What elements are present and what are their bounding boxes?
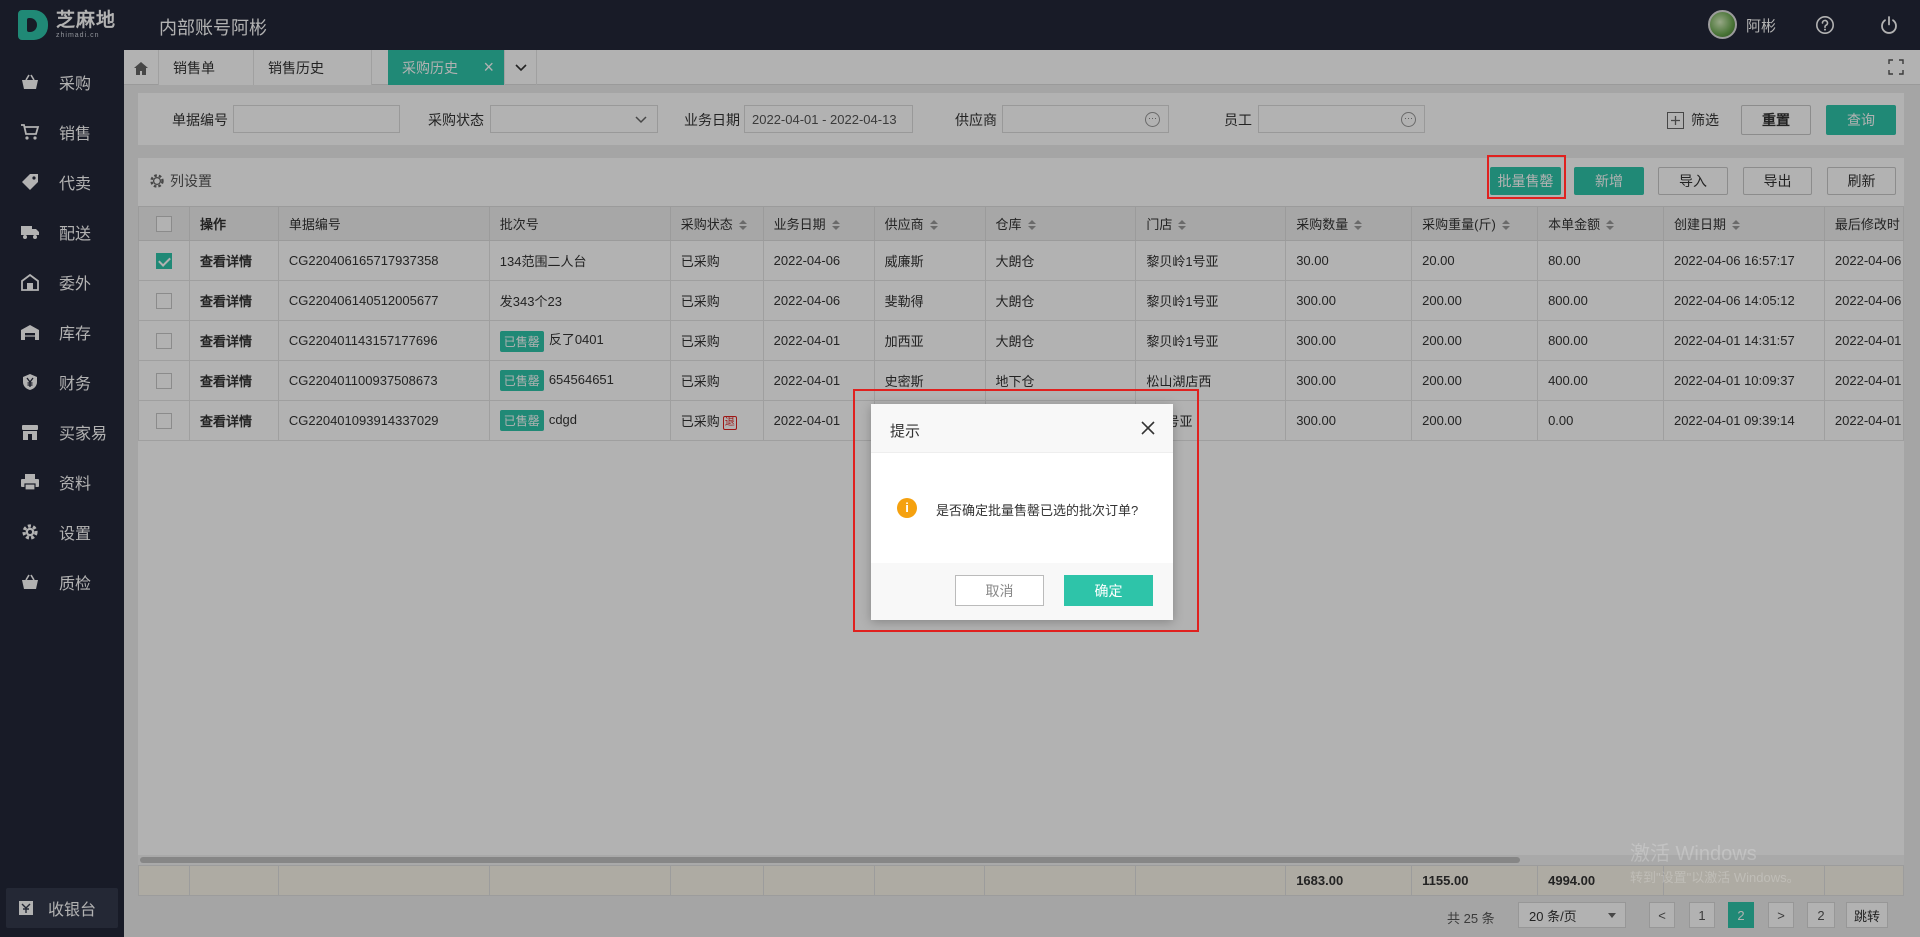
activation-watermark: 激活 Windows 转到"设置"以激活 Windows。 (1630, 843, 1800, 885)
cancel-button[interactable]: 取消 (955, 575, 1044, 606)
close-icon[interactable] (1139, 419, 1157, 437)
confirm-button[interactable]: 确定 (1064, 575, 1153, 606)
dialog-title: 提示 (890, 423, 921, 440)
dialog-body: i 是否确定批量售罄已选的批次订单? (871, 453, 1173, 563)
dialog-footer: 取消 确定 (871, 563, 1173, 620)
dialog-message: 是否确定批量售罄已选的批次订单? (936, 503, 1139, 518)
confirm-dialog: 提示 i 是否确定批量售罄已选的批次订单? 取消 确定 (871, 404, 1173, 620)
dialog-header: 提示 (871, 404, 1173, 453)
warning-icon: i (897, 498, 917, 518)
